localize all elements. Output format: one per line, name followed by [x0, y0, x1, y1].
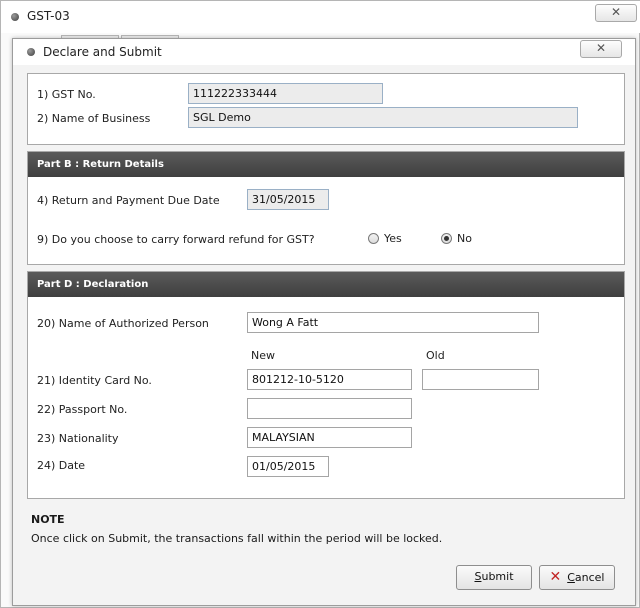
dialog-app-icon — [27, 48, 35, 56]
identity-card-new-input[interactable]: 801212-10-5120 — [247, 369, 412, 390]
submit-label: ubmit — [481, 570, 514, 583]
business-name-field[interactable]: SGL Demo — [188, 107, 578, 128]
note-title: NOTE — [31, 513, 65, 526]
dialog-titlebar: Declare and Submit ✕ — [13, 39, 635, 65]
date-input[interactable]: 01/05/2015 — [247, 456, 329, 477]
part-d-panel: Part D : Declaration 20) Name of Authori… — [27, 271, 625, 499]
main-window-close-button[interactable]: ✕ — [595, 4, 637, 22]
note-text: Once click on Submit, the transactions f… — [31, 532, 443, 545]
declare-submit-dialog: Declare and Submit ✕ 1) GST No. 11122233… — [12, 38, 636, 606]
part-d-header: Part D : Declaration — [28, 272, 624, 297]
passport-label: 22) Passport No. — [37, 403, 128, 416]
close-icon: ✕ — [610, 5, 622, 19]
cancel-x-icon: ✕ — [549, 569, 562, 585]
date-label: 24) Date — [37, 459, 86, 472]
due-date-label: 4) Return and Payment Due Date — [37, 194, 220, 207]
part-a-panel: 1) GST No. 111222333444 2) Name of Busin… — [27, 73, 625, 145]
authorized-person-label: 20) Name of Authorized Person — [37, 317, 209, 330]
submit-button[interactable]: Submit — [456, 565, 532, 590]
identity-card-label: 21) Identity Card No. — [37, 374, 152, 387]
nationality-input[interactable]: MALAYSIAN — [247, 427, 412, 448]
part-b-header: Part B : Return Details — [28, 152, 624, 177]
dialog-close-button[interactable]: ✕ — [580, 40, 622, 58]
main-window-title: GST-03 — [27, 9, 70, 23]
window-app-icon — [11, 13, 19, 21]
cancel-hotkey: C — [567, 571, 575, 584]
refund-question-label: 9) Do you choose to carry forward refund… — [37, 233, 315, 246]
main-window-titlebar: GST-03 ✕ — [1, 1, 640, 33]
cancel-label: ancel — [574, 571, 605, 584]
column-new-label: New — [251, 349, 275, 362]
refund-no-label[interactable]: No — [457, 232, 472, 245]
close-icon: ✕ — [595, 41, 607, 55]
dialog-title: Declare and Submit — [43, 45, 162, 59]
business-name-label: 2) Name of Business — [37, 112, 151, 125]
nationality-label: 23) Nationality — [37, 432, 119, 445]
authorized-person-input[interactable]: Wong A Fatt — [247, 312, 539, 333]
column-old-label: Old — [426, 349, 445, 362]
cancel-button[interactable]: ✕ Cancel — [539, 565, 615, 590]
due-date-field[interactable]: 31/05/2015 — [247, 189, 329, 210]
gst-no-field[interactable]: 111222333444 — [188, 83, 383, 104]
refund-yes-label[interactable]: Yes — [384, 232, 402, 245]
refund-no-radio[interactable] — [441, 233, 452, 244]
identity-card-old-input[interactable] — [422, 369, 539, 390]
part-b-panel: Part B : Return Details 4) Return and Pa… — [27, 151, 625, 265]
gst-no-label: 1) GST No. — [37, 88, 96, 101]
passport-input[interactable] — [247, 398, 412, 419]
refund-yes-radio[interactable] — [368, 233, 379, 244]
